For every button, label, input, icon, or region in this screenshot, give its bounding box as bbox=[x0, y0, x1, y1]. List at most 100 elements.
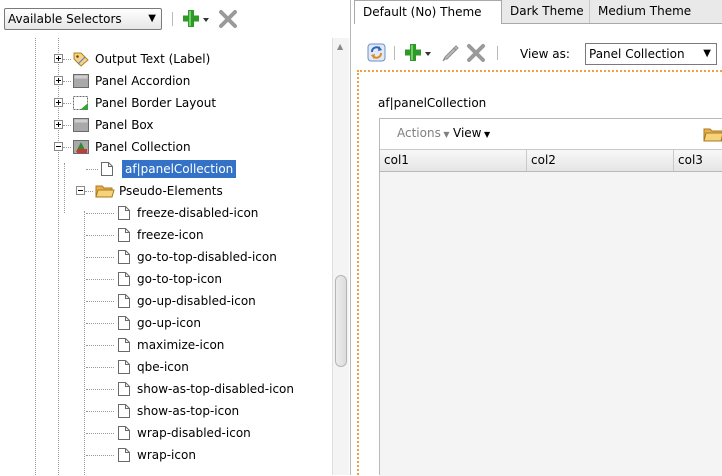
tree-branch-line bbox=[86, 345, 114, 346]
expand-icon[interactable] bbox=[54, 98, 63, 107]
pencil-icon bbox=[442, 45, 459, 62]
tree-branch-line bbox=[86, 367, 114, 368]
toolbar-separator bbox=[497, 46, 498, 60]
toolbar-separator bbox=[172, 12, 173, 26]
column-header-label: col3 bbox=[678, 153, 703, 167]
collapse-icon[interactable] bbox=[76, 186, 85, 195]
chevron-down-icon: ▼ bbox=[703, 48, 711, 59]
tree-node-label: go-up-disabled-icon bbox=[137, 294, 256, 308]
expand-icon[interactable] bbox=[54, 120, 63, 129]
tree-node-label: Pseudo-Elements bbox=[119, 184, 223, 198]
column-header-label: col2 bbox=[531, 153, 556, 167]
folder-icon bbox=[95, 185, 115, 198]
tree-branch-line bbox=[86, 389, 114, 390]
component-selector-label: af|panelCollection bbox=[378, 96, 487, 110]
tab-medium-theme[interactable]: Medium Theme bbox=[590, 0, 722, 23]
gray-box-icon bbox=[73, 118, 89, 132]
tree-node-panel-collection[interactable]: Panel Collection bbox=[0, 136, 332, 158]
tab-label: Dark Theme bbox=[510, 4, 584, 18]
selector-toolbar: Available Selectors ▼ bbox=[0, 0, 350, 36]
tree-branch-line bbox=[63, 147, 71, 148]
tree-node-freeze-disabled-icon[interactable]: freeze-disabled-icon bbox=[0, 202, 332, 224]
tree-node-panel-box[interactable]: Panel Box bbox=[0, 114, 332, 136]
tree-node-label: Output Text (Label) bbox=[95, 52, 211, 66]
collapse-icon[interactable] bbox=[54, 142, 63, 151]
tree-branch-line bbox=[63, 125, 71, 126]
column-header-col2[interactable]: col2 bbox=[527, 150, 674, 171]
page-icon bbox=[118, 448, 130, 462]
view-as-dropdown[interactable]: Panel Collection ▼ bbox=[585, 43, 717, 65]
view-menu[interactable]: View ▼ bbox=[453, 126, 490, 140]
tree-node-label: Panel Box bbox=[95, 118, 154, 132]
toolbar-separator bbox=[394, 46, 395, 60]
table-header: col1 col2 col3 bbox=[380, 150, 722, 172]
tree-node-af-panelcollection[interactable]: af|panelCollection bbox=[0, 158, 332, 180]
tree-node-panel-border-layout[interactable]: Panel Border Layout bbox=[0, 92, 332, 114]
table-body bbox=[380, 172, 722, 476]
gray-box-icon bbox=[73, 74, 89, 88]
tree-node-label: go-to-top-disabled-icon bbox=[137, 250, 277, 264]
tree-branch-line bbox=[85, 191, 93, 192]
available-selectors-dropdown[interactable]: Available Selectors ▼ bbox=[4, 8, 162, 30]
delete-selector-button[interactable] bbox=[218, 9, 238, 32]
chevron-down-icon: ▼ bbox=[148, 13, 156, 24]
scrollbar-thumb[interactable] bbox=[335, 275, 347, 367]
tree-node-go-up-icon[interactable]: go-up-icon bbox=[0, 312, 332, 334]
view-menu-label: View bbox=[453, 126, 482, 140]
tree-scrollbar[interactable]: ▲ bbox=[332, 38, 349, 475]
actions-menu-label: Actions bbox=[397, 126, 441, 140]
dropdown-arrow-icon: ▼ bbox=[481, 130, 491, 139]
tree-node-show-as-top-disabled-icon[interactable]: show-as-top-disabled-icon bbox=[0, 378, 332, 400]
folder-icon bbox=[703, 128, 722, 142]
tree-node-label: qbe-icon bbox=[137, 360, 189, 374]
tree-node-qbe-icon[interactable]: qbe-icon bbox=[0, 356, 332, 378]
page-icon bbox=[101, 162, 113, 176]
actions-menu[interactable]: Actions ▼ bbox=[397, 126, 450, 140]
page-icon bbox=[118, 250, 130, 264]
dropdown-arrow-icon: ▼ bbox=[440, 130, 450, 139]
tree-node-label: go-up-icon bbox=[137, 316, 201, 330]
delete-button[interactable] bbox=[466, 43, 486, 66]
panel-collection-toolbar: Actions ▼ View ▼ bbox=[380, 119, 722, 150]
tree-node-maximize-icon[interactable]: maximize-icon bbox=[0, 334, 332, 356]
tree-node-label: freeze-disabled-icon bbox=[137, 206, 259, 220]
tree-node-wrap-icon[interactable]: wrap-icon bbox=[0, 444, 332, 466]
view-as-value: Panel Collection bbox=[589, 47, 685, 61]
tree-branch-line bbox=[63, 59, 71, 60]
folder-button[interactable] bbox=[703, 126, 722, 145]
tab-dark-theme[interactable]: Dark Theme bbox=[502, 0, 590, 23]
theme-tabs: Default (No) Theme Dark Theme Medium The… bbox=[354, 0, 722, 24]
page-icon bbox=[118, 426, 130, 440]
tree-node-go-to-top-icon[interactable]: go-to-top-icon bbox=[0, 268, 332, 290]
tree-node-label: maximize-icon bbox=[137, 338, 225, 352]
tree-node-label: wrap-disabled-icon bbox=[137, 426, 251, 440]
tree-node-pseudo-elements[interactable]: Pseudo-Elements bbox=[0, 180, 332, 202]
expand-icon[interactable] bbox=[54, 54, 63, 63]
add-selector-button[interactable] bbox=[182, 9, 212, 32]
tree-node-label: Panel Border Layout bbox=[95, 96, 217, 110]
edit-button[interactable] bbox=[441, 43, 461, 66]
tree-branch-line bbox=[86, 279, 114, 280]
tree-node-output-text[interactable]: Output Text (Label) bbox=[0, 48, 332, 70]
expand-icon[interactable] bbox=[54, 76, 63, 85]
tree-node-show-as-top-icon[interactable]: show-as-top-icon bbox=[0, 400, 332, 422]
selector-tree: Output Text (Label) Panel Accordion Pane… bbox=[0, 38, 332, 475]
column-header-col3[interactable]: col3 bbox=[674, 150, 722, 171]
tree-branch-line bbox=[86, 411, 114, 412]
add-property-button[interactable] bbox=[404, 43, 434, 66]
tree-node-go-up-disabled-icon[interactable]: go-up-disabled-icon bbox=[0, 290, 332, 312]
tree-node-go-to-top-disabled-icon[interactable]: go-to-top-disabled-icon bbox=[0, 246, 332, 268]
refresh-button[interactable] bbox=[367, 43, 387, 66]
tree-node-wrap-disabled-icon[interactable]: wrap-disabled-icon bbox=[0, 422, 332, 444]
tag-icon bbox=[73, 52, 89, 67]
scroll-up-icon[interactable]: ▲ bbox=[337, 42, 343, 51]
tree-branch-line bbox=[63, 81, 71, 82]
tree-node-panel-accordion[interactable]: Panel Accordion bbox=[0, 70, 332, 92]
tab-default-theme[interactable]: Default (No) Theme bbox=[354, 0, 502, 24]
tree-node-label: af|panelCollection bbox=[122, 160, 237, 178]
tree-node-freeze-icon[interactable]: freeze-icon bbox=[0, 224, 332, 246]
gray-x-icon bbox=[467, 44, 485, 62]
page-icon bbox=[118, 272, 130, 286]
panel-collection-icon bbox=[73, 140, 89, 154]
column-header-col1[interactable]: col1 bbox=[380, 150, 527, 171]
